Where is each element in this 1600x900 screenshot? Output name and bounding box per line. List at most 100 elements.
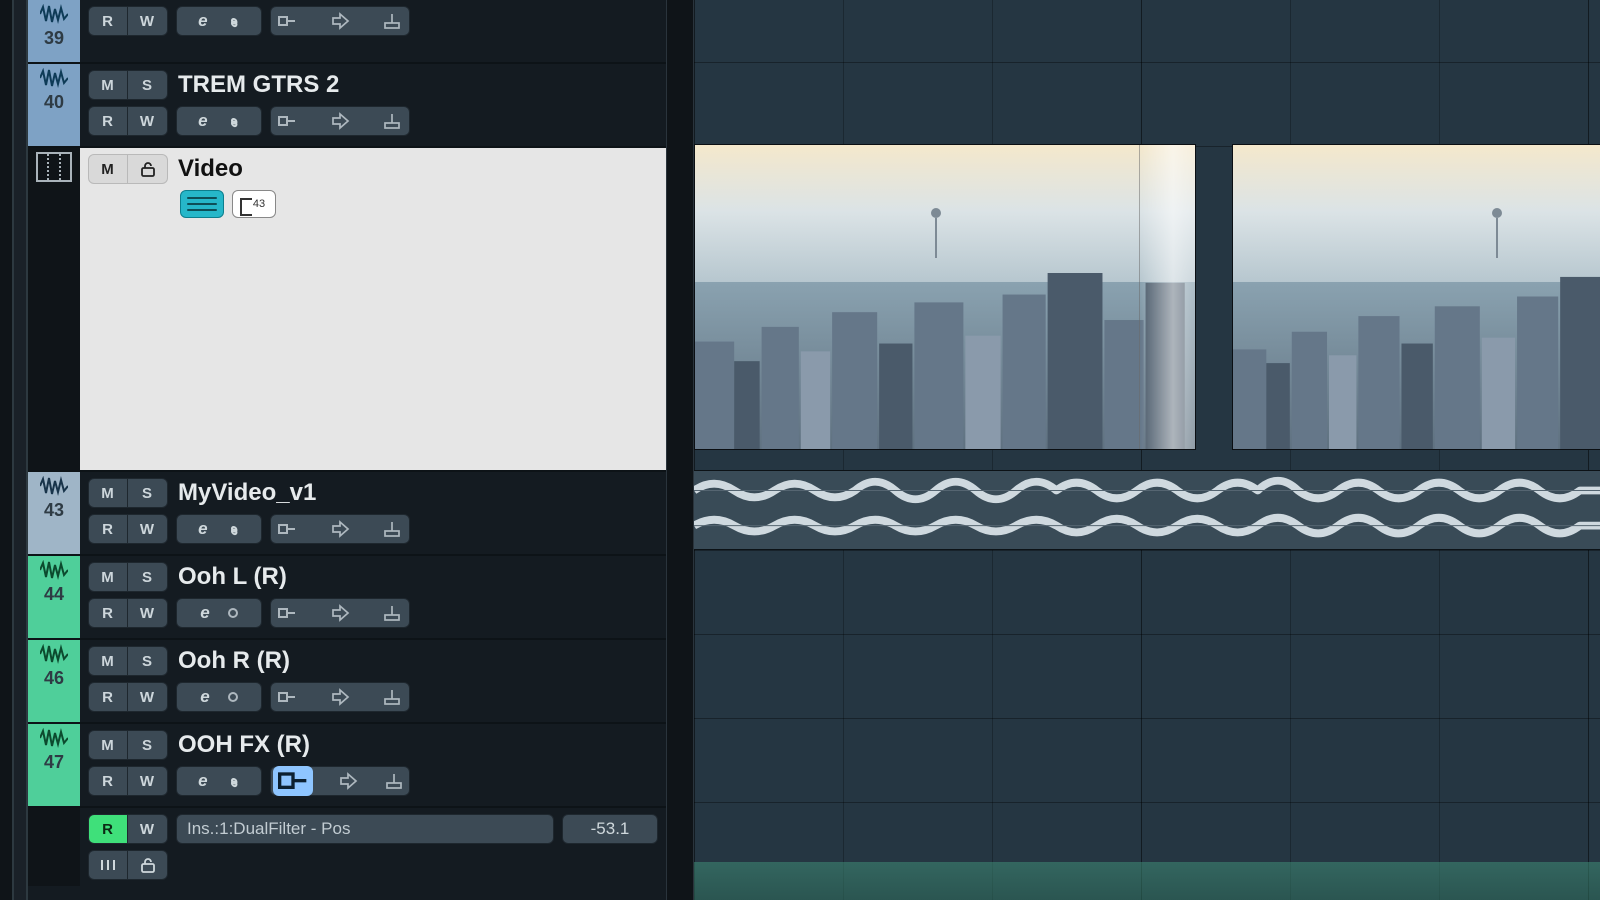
track-row[interactable]: 46 MS Ooh R (R) RW e (28, 638, 666, 722)
track-color (28, 148, 80, 470)
write-button[interactable]: W (128, 514, 168, 544)
edit-insert-button[interactable]: e (176, 682, 262, 712)
bypass-icon[interactable] (328, 687, 352, 707)
track-number: 39 (37, 28, 71, 49)
edit-insert-button[interactable]: e⚭ (176, 766, 262, 796)
track-color (28, 808, 80, 886)
auto-read-button[interactable]: R (88, 814, 128, 844)
freeze-icon[interactable] (381, 519, 405, 539)
track-name[interactable]: Ooh R (R) (178, 647, 290, 675)
lock-button[interactable] (128, 154, 168, 184)
track-name[interactable]: Video (178, 155, 243, 183)
automation-buttons (270, 6, 410, 36)
monitor-icon[interactable] (275, 11, 299, 31)
video-thumbnail[interactable] (1232, 144, 1600, 450)
track-color: 46 (28, 640, 80, 722)
freeze-icon[interactable] (383, 771, 407, 791)
circle-icon (228, 692, 238, 702)
monitor-icon[interactable] (273, 766, 313, 796)
auto-bars-button[interactable] (88, 850, 128, 880)
mute-button[interactable]: M (88, 478, 128, 508)
freeze-icon[interactable] (381, 603, 405, 623)
read-button[interactable]: R (88, 682, 128, 712)
freeze-icon[interactable] (381, 11, 405, 31)
freeze-icon[interactable] (381, 687, 405, 707)
edit-insert-button[interactable]: e⚭ (176, 514, 262, 544)
track-row[interactable]: 47 MS OOH FX (R) RW e⚭ (28, 722, 666, 806)
track-row-video[interactable]: M Video 43 (28, 146, 666, 470)
link-icon: ⚭ (223, 114, 243, 128)
audio-clip[interactable] (694, 470, 1600, 550)
mute-button[interactable]: M (88, 154, 128, 184)
read-button[interactable]: R (88, 766, 128, 796)
solo-button[interactable]: S (128, 70, 168, 100)
edit-insert-button[interactable]: e (176, 598, 262, 628)
read-button[interactable]: R (88, 106, 128, 136)
track-list: 39 R W e ⚭ (28, 0, 666, 900)
mute-button[interactable]: M (88, 646, 128, 676)
track-body: R W e ⚭ (80, 0, 666, 62)
monitor-icon[interactable] (275, 603, 299, 623)
track-row[interactable]: 39 R W e ⚭ (28, 0, 666, 62)
track-row[interactable]: 43 MS MyVideo_v1 RW e⚭ (28, 470, 666, 554)
bypass-icon[interactable] (328, 111, 352, 131)
waveform-icon (40, 560, 68, 580)
track-number: 44 (37, 584, 71, 605)
e-icon: e (198, 11, 207, 31)
track-number: 47 (37, 752, 71, 773)
monitor-icon[interactable] (275, 687, 299, 707)
edit-insert-button[interactable]: e ⚭ (176, 6, 262, 36)
write-button[interactable]: W (128, 598, 168, 628)
region-strip[interactable] (694, 862, 1600, 900)
solo-button[interactable]: S (128, 730, 168, 760)
read-button[interactable]: R (88, 6, 128, 36)
mute-button[interactable]: M (88, 562, 128, 592)
monitor-icon[interactable] (275, 519, 299, 539)
rw-group: R W (88, 6, 168, 36)
write-button[interactable]: W (128, 682, 168, 712)
track-color: 40 (28, 64, 80, 146)
waveform-icon (40, 68, 68, 88)
auto-lock-button[interactable] (128, 850, 168, 880)
edit-insert-button[interactable]: e⚭ (176, 106, 262, 136)
film-icon (36, 152, 72, 182)
bypass-icon (328, 603, 352, 623)
solo-button[interactable]: S (128, 478, 168, 508)
track-color: 43 (28, 472, 80, 554)
track-name[interactable]: TREM GTRS 2 (178, 71, 339, 99)
write-button[interactable]: W (128, 106, 168, 136)
automation-value[interactable]: -53.1 (562, 814, 658, 844)
mute-button[interactable]: M (88, 730, 128, 760)
thumbnails-button[interactable] (180, 190, 224, 218)
window-edge-left (0, 0, 14, 900)
track-name[interactable]: MyVideo_v1 (178, 479, 316, 507)
read-button[interactable]: R (88, 514, 128, 544)
read-button[interactable]: R (88, 598, 128, 628)
freeze-icon[interactable] (381, 111, 405, 131)
bypass-icon[interactable] (328, 519, 352, 539)
automation-param[interactable]: Ins.:1:DualFilter - Pos (176, 814, 554, 844)
bypass-icon[interactable] (336, 771, 360, 791)
solo-button[interactable]: S (128, 646, 168, 676)
write-button[interactable]: W (128, 6, 168, 36)
waveform-icon (40, 728, 68, 748)
monitor-icon[interactable] (275, 111, 299, 131)
solo-button[interactable]: S (128, 562, 168, 592)
track-divider[interactable] (666, 0, 694, 900)
video-thumbnail[interactable] (694, 144, 1196, 450)
automation-lane[interactable]: RW Ins.:1:DualFilter - Pos -53.1 (28, 806, 666, 886)
track-name[interactable]: OOH FX (R) (178, 731, 310, 759)
frame-number-button[interactable]: 43 (232, 190, 276, 218)
track-name[interactable]: Ooh L (R) (178, 563, 287, 591)
video-clips[interactable] (694, 144, 1600, 454)
bypass-icon[interactable] (328, 11, 352, 31)
track-color: 39 (28, 0, 80, 62)
write-button[interactable]: W (128, 766, 168, 796)
mute-button[interactable]: M (88, 70, 128, 100)
track-row[interactable]: 40 M S TREM GTRS 2 RW e⚭ (28, 62, 666, 146)
auto-write-button[interactable]: W (128, 814, 168, 844)
arrangement-area[interactable] (694, 0, 1600, 900)
circle-icon (228, 608, 238, 618)
track-row[interactable]: 44 MS Ooh L (R) RW e (28, 554, 666, 638)
gutter (14, 0, 28, 900)
